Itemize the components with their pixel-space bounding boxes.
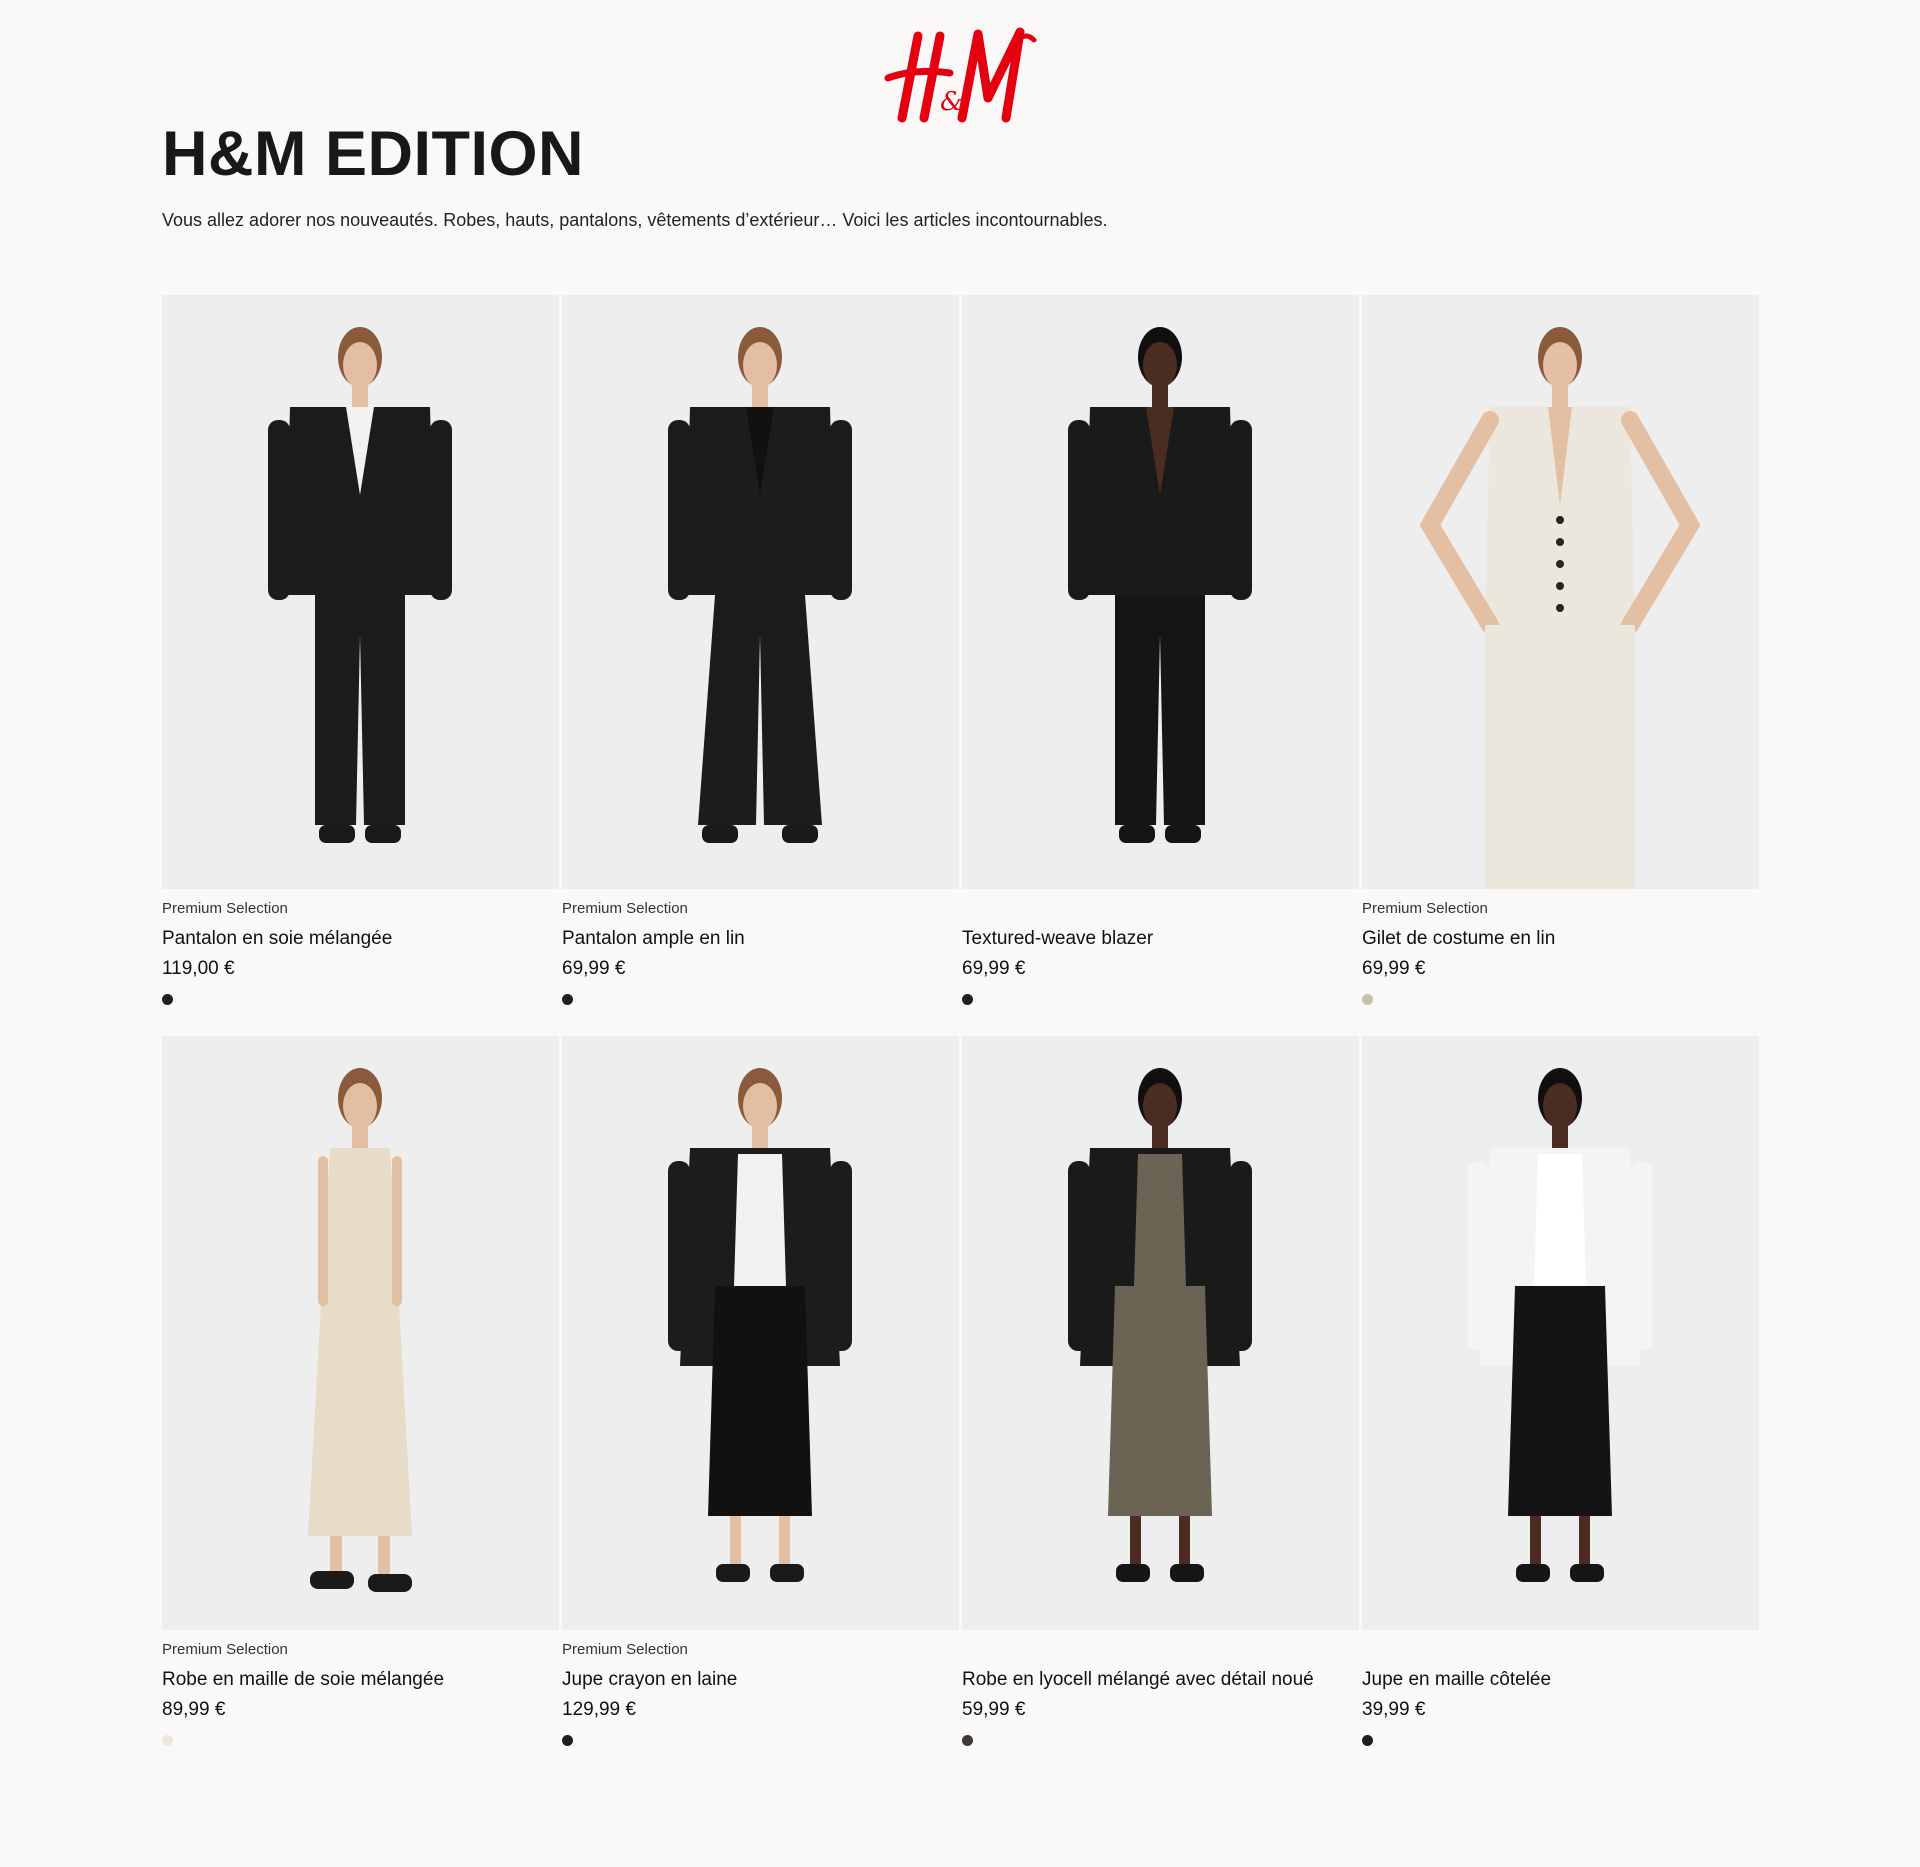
model-figure: [1068, 1068, 1252, 1582]
color-swatch[interactable]: [1362, 1735, 1373, 1746]
model-photo: [1468, 1068, 1652, 1582]
product-collection-label: Premium Selection: [162, 900, 288, 917]
model-figure: [1419, 327, 1701, 889]
product-card-3[interactable]: Textured-weave blazer 69,99 €: [962, 295, 1359, 1013]
product-price: 119,00 €: [162, 958, 235, 979]
product-price: 129,99 €: [562, 1699, 636, 1720]
product-collection-label: Premium Selection: [562, 1641, 688, 1658]
page-description: Vous allez adorer nos nouveautés. Robes,…: [162, 210, 1108, 230]
model-photo: [668, 327, 852, 843]
product-image[interactable]: [162, 1036, 559, 1630]
color-swatch[interactable]: [962, 1735, 973, 1746]
page-title: H&M EDITION: [162, 119, 584, 189]
product-name[interactable]: Gilet de costume en lin: [1362, 927, 1759, 951]
hm-logo[interactable]: &: [880, 18, 1040, 128]
color-swatch[interactable]: [162, 1735, 173, 1746]
product-image[interactable]: [562, 295, 959, 889]
product-grid: Premium Selection Pantalon en soie mélan…: [162, 295, 1760, 1754]
product-card-8[interactable]: Jupe en maille côtelée 39,99 €: [1362, 1036, 1759, 1754]
product-price: 89,99 €: [162, 1699, 226, 1720]
product-image[interactable]: [162, 295, 559, 889]
product-image[interactable]: [562, 1036, 959, 1630]
product-card-5[interactable]: Premium Selection Robe en maille de soie…: [162, 1036, 559, 1754]
product-info: Premium Selection Jupe crayon en laine 1…: [562, 1640, 959, 1746]
product-info: Premium Selection Pantalon ample en lin …: [562, 899, 959, 1005]
product-image[interactable]: [1362, 1036, 1759, 1630]
product-collection-label: Premium Selection: [162, 1641, 288, 1658]
model-photo: [308, 1068, 412, 1592]
product-price: 59,99 €: [962, 1699, 1026, 1720]
product-info: Premium Selection Gilet de costume en li…: [1362, 899, 1759, 1005]
model-photo: [1419, 327, 1701, 889]
product-name[interactable]: Jupe en maille côtelée: [1362, 1668, 1759, 1692]
product-price: 69,99 €: [1362, 958, 1426, 979]
product-name[interactable]: Robe en maille de soie mélangée: [162, 1668, 559, 1692]
product-price: 69,99 €: [962, 958, 1026, 979]
product-price: 39,99 €: [1362, 1699, 1426, 1720]
product-price: 69,99 €: [562, 958, 626, 979]
product-name[interactable]: Pantalon ample en lin: [562, 927, 959, 951]
product-card-4[interactable]: Premium Selection Gilet de costume en li…: [1362, 295, 1759, 1013]
model-figure: [268, 327, 452, 843]
product-info: Robe en lyocell mélangé avec détail noué…: [962, 1640, 1359, 1746]
product-collection-label: Premium Selection: [562, 900, 688, 917]
product-name[interactable]: Robe en lyocell mélangé avec détail noué: [962, 1668, 1359, 1692]
model-figure: [668, 1068, 852, 1582]
color-swatch[interactable]: [562, 1735, 573, 1746]
model-photo: [268, 327, 452, 843]
product-collection-label: Premium Selection: [1362, 900, 1488, 917]
product-info: Jupe en maille côtelée 39,99 €: [1362, 1640, 1759, 1746]
product-name[interactable]: Jupe crayon en laine: [562, 1668, 959, 1692]
product-card-6[interactable]: Premium Selection Jupe crayon en laine 1…: [562, 1036, 959, 1754]
color-swatch[interactable]: [562, 994, 573, 1005]
product-name[interactable]: Pantalon en soie mélangée: [162, 927, 559, 951]
model-figure: [308, 1068, 412, 1592]
product-collection-label: [962, 899, 1359, 919]
model-figure: [1468, 1068, 1652, 1582]
product-image[interactable]: [962, 1036, 1359, 1630]
product-collection-label: [962, 1640, 1359, 1660]
color-swatch[interactable]: [962, 994, 973, 1005]
product-info: Textured-weave blazer 69,99 €: [962, 899, 1359, 1005]
product-name[interactable]: Textured-weave blazer: [962, 927, 1359, 951]
product-image[interactable]: [1362, 295, 1759, 889]
product-card-2[interactable]: Premium Selection Pantalon ample en lin …: [562, 295, 959, 1013]
color-swatch[interactable]: [162, 994, 173, 1005]
product-info: Premium Selection Pantalon en soie mélan…: [162, 899, 559, 1005]
product-card-7[interactable]: Robe en lyocell mélangé avec détail noué…: [962, 1036, 1359, 1754]
product-info: Premium Selection Robe en maille de soie…: [162, 1640, 559, 1746]
model-photo: [1068, 1068, 1252, 1582]
model-figure: [668, 327, 852, 843]
product-image[interactable]: [962, 295, 1359, 889]
color-swatch[interactable]: [1362, 994, 1373, 1005]
product-card-1[interactable]: Premium Selection Pantalon en soie mélan…: [162, 295, 559, 1013]
model-figure: [1068, 327, 1252, 843]
brand-logo-container: &: [0, 18, 1920, 128]
model-photo: [1068, 327, 1252, 843]
product-collection-label: [1362, 1640, 1759, 1660]
model-photo: [668, 1068, 852, 1582]
